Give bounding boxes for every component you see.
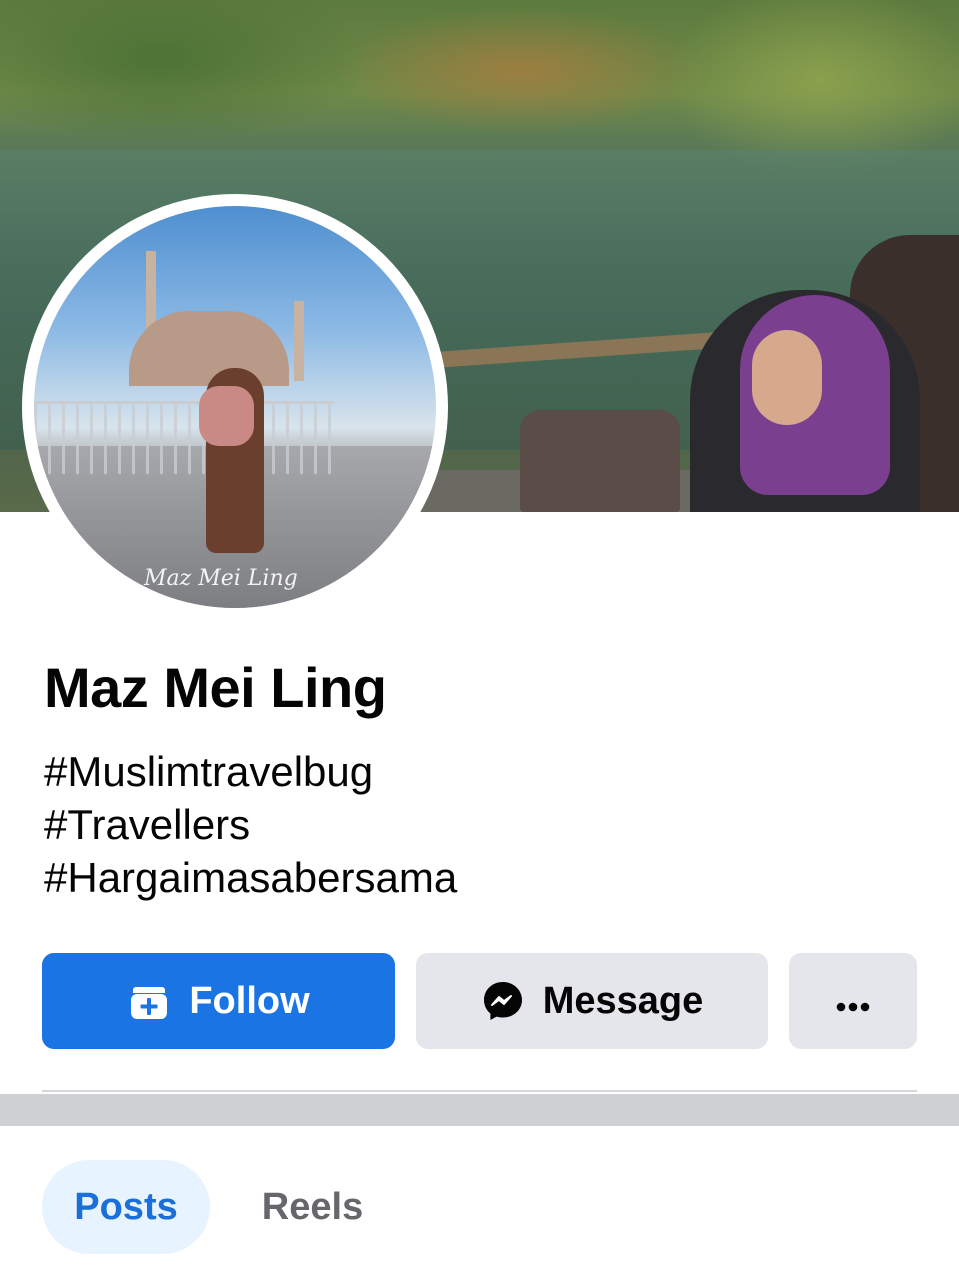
tab-reels[interactable]: Reels <box>230 1160 395 1254</box>
profile-name: Maz Mei Ling <box>44 656 387 719</box>
avatar-mosque <box>129 311 289 386</box>
profile-bio: #Muslimtravelbug #Travellers #Hargaimasa… <box>44 745 457 904</box>
add-friend-icon <box>127 979 171 1023</box>
cover-face <box>752 330 822 425</box>
bio-line: #Muslimtravelbug <box>44 748 374 795</box>
follow-label: Follow <box>189 979 310 1022</box>
cover-handbag <box>520 410 680 512</box>
messenger-icon <box>481 979 525 1023</box>
follow-button[interactable]: Follow <box>42 953 395 1049</box>
bio-line: #Travellers <box>44 801 251 848</box>
tab-label: Posts <box>74 1185 178 1228</box>
avatar-photo: Maz Mei Ling <box>34 206 436 608</box>
more-options-icon <box>833 980 873 1023</box>
avatar-minaret <box>294 301 304 381</box>
avatar-signature: Maz Mei Ling <box>144 566 298 591</box>
more-options-button[interactable] <box>789 953 917 1049</box>
section-separator <box>0 1094 959 1126</box>
message-label: Message <box>542 979 704 1022</box>
divider <box>42 1090 917 1092</box>
bio-line: #Hargaimasabersama <box>44 854 458 901</box>
avatar-fence <box>34 401 334 474</box>
tab-posts[interactable]: Posts <box>42 1160 210 1254</box>
message-button[interactable]: Message <box>416 953 768 1049</box>
tab-label: Reels <box>261 1185 364 1228</box>
avatar-person-top <box>199 386 254 446</box>
profile-avatar[interactable]: Maz Mei Ling <box>22 194 448 620</box>
